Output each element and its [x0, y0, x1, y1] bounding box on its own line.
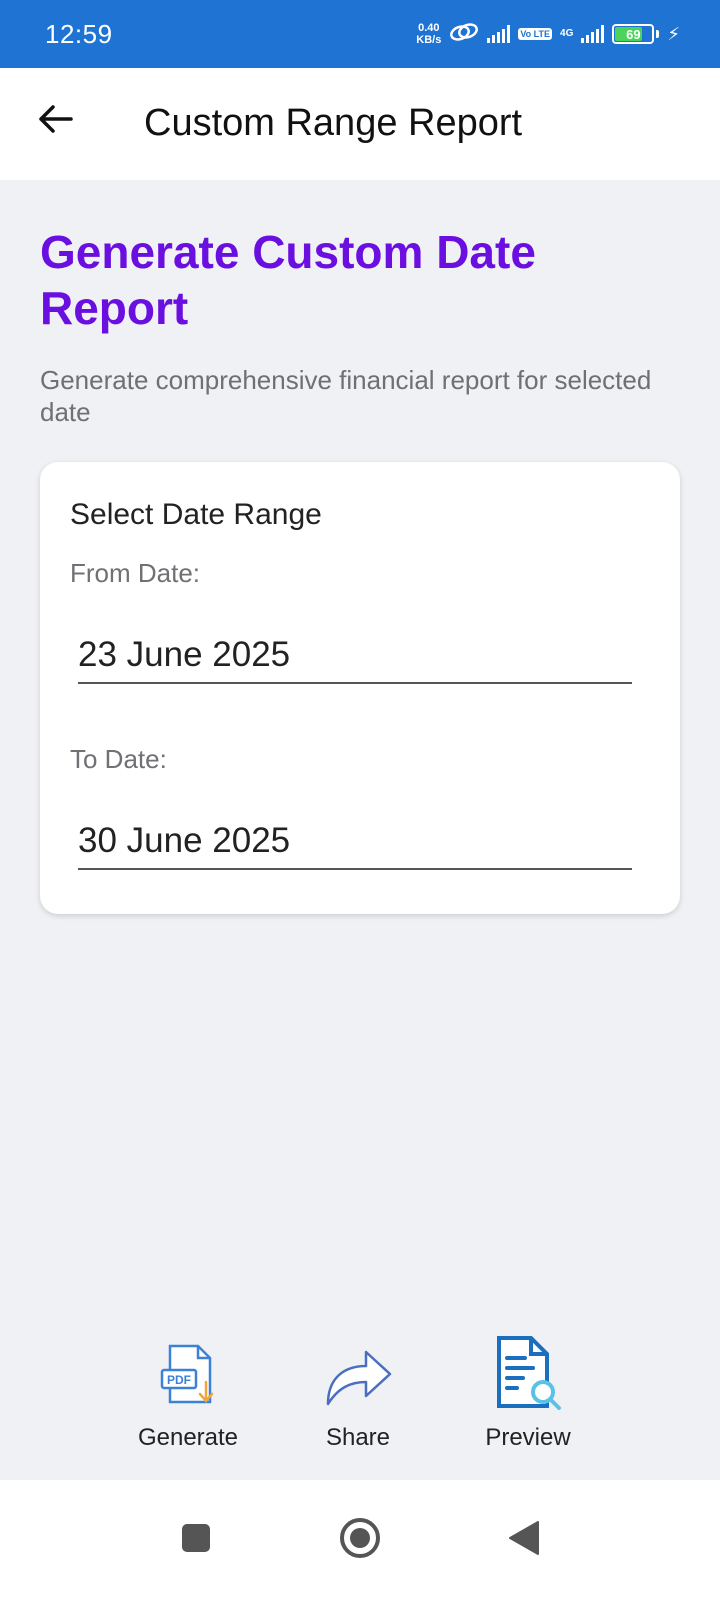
page-title: Custom Range Report [144, 102, 523, 144]
to-date-field[interactable] [78, 814, 632, 870]
signal-strength-2-icon [581, 25, 605, 43]
report-heading: Generate Custom Date Report [40, 226, 536, 334]
circle-icon [339, 1517, 381, 1564]
arrow-left-icon [37, 104, 73, 139]
share-label: Share [325, 1424, 391, 1451]
from-date-label: From Date: [70, 558, 201, 588]
to-date-label: To Date: [70, 744, 167, 774]
battery-icon: 69 [612, 24, 655, 44]
document-search-icon [488, 1310, 568, 1410]
battery-cap [656, 30, 660, 38]
network-speed-value: 0.40 [418, 22, 440, 34]
charging-icon: ⚡ [667, 23, 680, 44]
recents-button[interactable] [166, 1510, 226, 1570]
network-speed: 0.40 KB/s [416, 22, 441, 46]
share-arrow-icon [318, 1310, 398, 1410]
pdf-download-icon: PDF [148, 1310, 228, 1410]
share-button[interactable]: Share [288, 1310, 428, 1452]
battery-level: 69 [626, 26, 641, 42]
square-icon [181, 1523, 211, 1558]
preview-button[interactable]: Preview [458, 1310, 598, 1452]
home-button[interactable] [330, 1510, 390, 1570]
date-range-card: Select Date Range From Date: To Date: [40, 462, 680, 914]
volte-icon: Vo LTE [518, 28, 553, 40]
app-bar: Custom Range Report [0, 68, 720, 180]
network-type: 4G [560, 28, 574, 39]
system-nav-bar [0, 1480, 720, 1600]
status-time: 12:59 [45, 18, 113, 49]
generate-label: Generate [137, 1424, 239, 1451]
system-back-button[interactable] [494, 1510, 554, 1570]
signal-strength-icon [487, 25, 511, 43]
hotspot-link-icon [449, 21, 479, 48]
preview-label: Preview [485, 1424, 571, 1451]
status-icons: 0.40 KB/s Vo LTE 4G 69 ⚡ [416, 21, 680, 48]
card-title: Select Date Range [70, 498, 322, 531]
report-subheading: Generate comprehensive financial report … [40, 365, 652, 427]
network-speed-unit: KB/s [416, 34, 442, 46]
main-content: Generate Custom Date Report Generate com… [40, 180, 680, 914]
triangle-back-icon [508, 1520, 540, 1561]
svg-text:PDF: PDF [167, 1373, 191, 1387]
from-date-field[interactable] [78, 628, 632, 684]
back-button[interactable] [30, 96, 80, 146]
status-bar: 12:59 0.40 KB/s Vo LTE 4G 69 ⚡ [0, 0, 720, 68]
generate-button[interactable]: PDF Generate [118, 1310, 258, 1452]
action-bar: PDF Generate Share Preview [0, 1310, 720, 1480]
